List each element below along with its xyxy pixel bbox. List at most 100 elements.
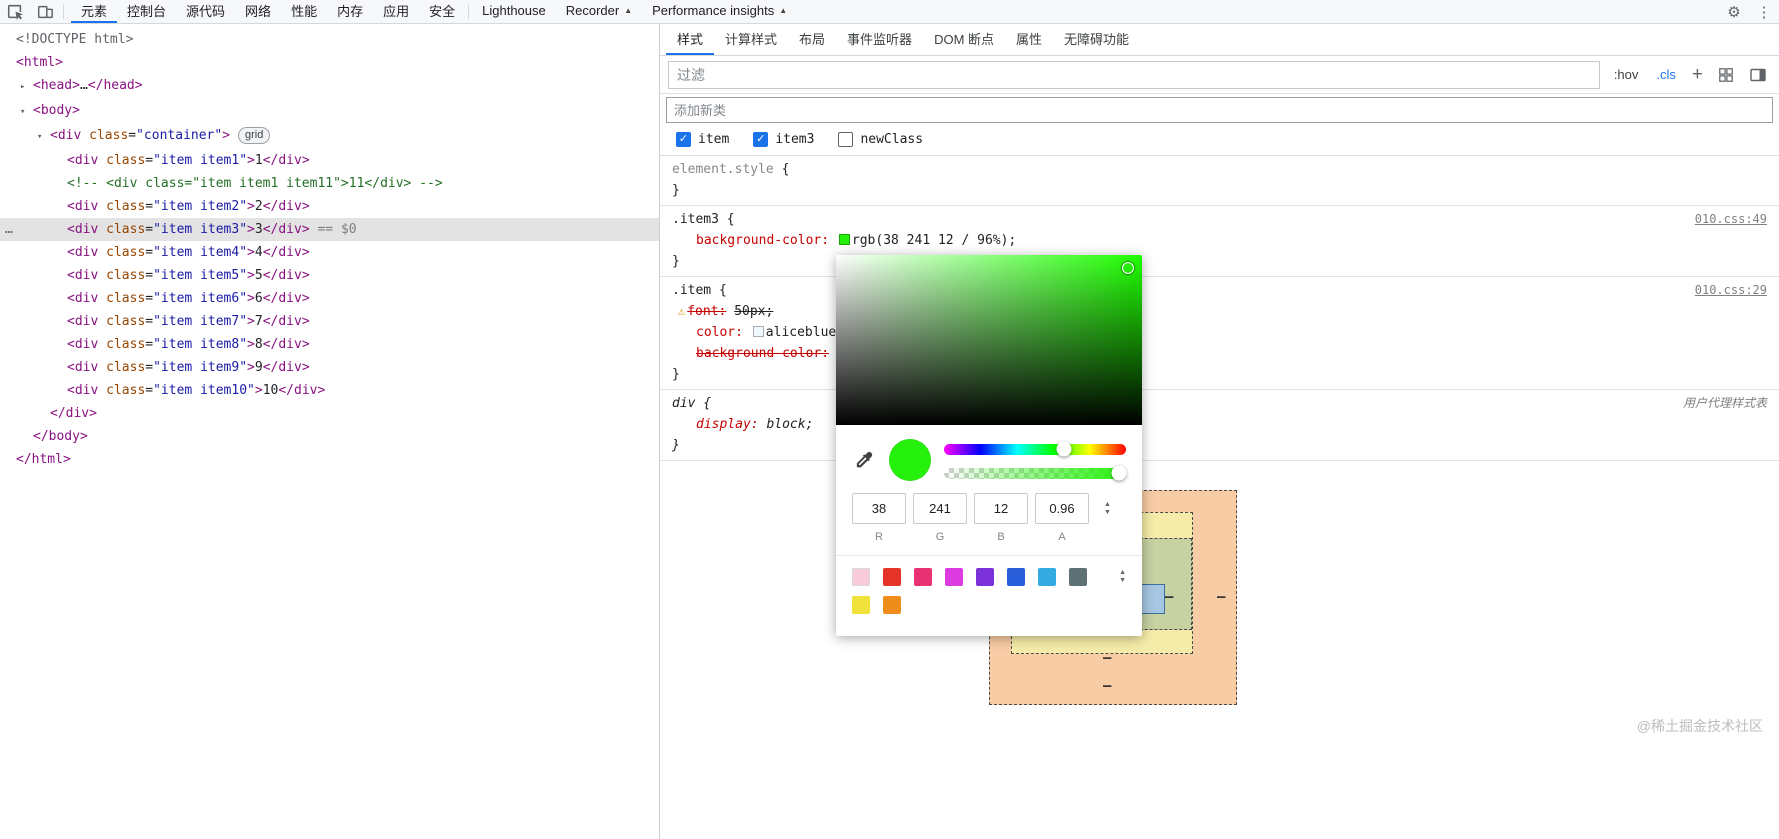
devtools-tab-性能[interactable]: 性能 xyxy=(281,0,327,23)
css-selector[interactable]: div xyxy=(672,396,695,411)
dom-tree-row[interactable]: <!-- <div class="item item1 item11">11</… xyxy=(0,172,659,195)
devtools-tab-Recorder[interactable]: Recorder ▲ xyxy=(556,0,642,23)
hue-slider[interactable] xyxy=(944,441,1126,457)
palette-swatch[interactable] xyxy=(976,568,994,586)
dom-tree-row[interactable]: ▸ <head>…</head> xyxy=(0,74,659,99)
alpha-channel-input[interactable] xyxy=(1035,493,1089,524)
property-name[interactable]: font: xyxy=(687,304,726,319)
palette-stepper[interactable]: ▲ ▼ xyxy=(1119,569,1126,585)
stylesheet-link[interactable]: 010.css:29 xyxy=(1695,280,1767,301)
color-swatch[interactable] xyxy=(752,326,764,337)
green-channel-input[interactable] xyxy=(913,493,967,524)
hue-slider-thumb[interactable] xyxy=(1056,441,1072,457)
palette-swatch[interactable] xyxy=(852,596,870,614)
dom-tree-row[interactable]: <div class="item item4">4</div> xyxy=(0,241,659,264)
palette-swatch[interactable] xyxy=(883,596,901,614)
dom-tree-row[interactable]: <div class="item item8">8</div> xyxy=(0,333,659,356)
property-value[interactable]: block; xyxy=(766,417,813,432)
css-declaration[interactable]: background-color: rgb(38 241 12 / 96%); xyxy=(672,230,1767,251)
devtools-tab-Performance insights[interactable]: Performance insights ▲ xyxy=(642,0,797,23)
new-style-rule-button[interactable]: + xyxy=(1690,65,1705,84)
css-selector[interactable]: .item xyxy=(672,283,711,298)
dom-tree-row[interactable]: </body> xyxy=(0,425,659,448)
toggle-element-state-button[interactable]: :hov xyxy=(1610,65,1643,84)
css-selector[interactable]: element.style xyxy=(672,162,774,177)
palette-swatch[interactable] xyxy=(945,568,963,586)
property-value[interactable]: rgb(38 241 12 / 96%); xyxy=(852,233,1016,248)
collapse-arrow-icon[interactable]: ▾ xyxy=(20,101,33,124)
dom-tree-row[interactable]: <!DOCTYPE html> xyxy=(0,28,659,51)
dom-tree-row[interactable]: … <div class="item item3">3</div> == $0 xyxy=(0,218,659,241)
expand-arrow-icon[interactable]: ▸ xyxy=(20,76,33,99)
rule-header[interactable]: 010.css:49 .item3 { xyxy=(672,209,1767,230)
stepper-up-icon[interactable]: ▲ xyxy=(1104,501,1111,509)
styles-tab-属性[interactable]: 属性 xyxy=(1005,24,1053,55)
palette-swatch[interactable] xyxy=(1069,568,1087,586)
property-value[interactable]: 50px; xyxy=(734,304,773,319)
devtools-tab-网络[interactable]: 网络 xyxy=(235,0,281,23)
palette-swatch[interactable] xyxy=(1038,568,1056,586)
inspect-element-icon[interactable] xyxy=(0,0,30,23)
dom-tree-row[interactable]: <html> xyxy=(0,51,659,74)
device-toolbar-icon[interactable] xyxy=(30,0,60,23)
alpha-slider-thumb[interactable] xyxy=(1111,465,1127,481)
dom-tree-row[interactable]: <div class="item item2">2</div> xyxy=(0,195,659,218)
kebab-menu-icon[interactable]: ⋮ xyxy=(1749,0,1779,23)
dom-tree-row[interactable]: <div class="item item5">5</div> xyxy=(0,264,659,287)
dom-tree-row[interactable]: <div class="item item9">9</div> xyxy=(0,356,659,379)
dom-tree-row[interactable]: <div class="item item7">7</div> xyxy=(0,310,659,333)
class-toggle-item3[interactable]: ✓ item3 xyxy=(753,132,814,147)
palette-swatch[interactable] xyxy=(883,568,901,586)
element-classes-button[interactable]: .cls xyxy=(1652,65,1680,84)
dom-tree-row[interactable]: </div> xyxy=(0,402,659,425)
devtools-tab-Lighthouse[interactable]: Lighthouse xyxy=(472,0,556,23)
saturation-area[interactable] xyxy=(836,255,1142,425)
saturation-thumb[interactable] xyxy=(1122,262,1134,274)
property-name[interactable]: background-color: xyxy=(696,233,829,248)
palette-swatch[interactable] xyxy=(914,568,932,586)
devtools-tab-应用[interactable]: 应用 xyxy=(373,0,419,23)
styles-tab-DOM 断点[interactable]: DOM 断点 xyxy=(923,24,1005,55)
eyedropper-icon[interactable] xyxy=(852,449,876,471)
css-selector[interactable]: .item3 xyxy=(672,212,719,227)
class-toggle-newClass[interactable]: newClass xyxy=(838,132,923,147)
property-value[interactable]: aliceblue; xyxy=(766,325,844,340)
color-format-stepper[interactable]: ▲ ▼ xyxy=(1104,501,1111,517)
dom-tree-row[interactable]: </html> xyxy=(0,448,659,471)
styles-tab-事件监听器[interactable]: 事件监听器 xyxy=(836,24,923,55)
rule-header[interactable]: element.style { xyxy=(672,159,1767,180)
styles-tab-布局[interactable]: 布局 xyxy=(788,24,836,55)
dom-tree-row[interactable]: <div class="item item6">6</div> xyxy=(0,287,659,310)
property-name[interactable]: display: xyxy=(696,417,759,432)
dom-tree-row[interactable]: <div class="item item1">1</div> xyxy=(0,149,659,172)
property-name[interactable]: color: xyxy=(696,325,743,340)
stepper-down-icon[interactable]: ▼ xyxy=(1104,509,1111,517)
property-name[interactable]: background-color: xyxy=(696,346,829,361)
styles-tab-无障碍功能[interactable]: 无障碍功能 xyxy=(1053,24,1140,55)
blue-channel-input[interactable] xyxy=(974,493,1028,524)
palette-swatch[interactable] xyxy=(852,568,870,586)
devtools-tab-安全[interactable]: 安全 xyxy=(419,0,465,23)
stepper-up-icon[interactable]: ▲ xyxy=(1119,569,1126,577)
add-class-input[interactable] xyxy=(666,97,1773,123)
stepper-down-icon[interactable]: ▼ xyxy=(1119,577,1126,585)
rendering-grid-icon[interactable] xyxy=(1715,64,1737,86)
computed-sidebar-toggle-icon[interactable] xyxy=(1747,64,1769,86)
color-swatch[interactable] xyxy=(838,234,850,245)
alpha-slider[interactable] xyxy=(944,465,1127,481)
stylesheet-link[interactable]: 010.css:49 xyxy=(1695,209,1767,230)
dom-tree-row[interactable]: ▾ <body> xyxy=(0,99,659,124)
class-checkbox[interactable]: ✓ xyxy=(753,132,769,147)
devtools-tab-内存[interactable]: 内存 xyxy=(327,0,373,23)
collapse-arrow-icon[interactable]: ▾ xyxy=(37,126,50,149)
devtools-tab-源代码[interactable]: 源代码 xyxy=(176,0,235,23)
styles-tab-样式[interactable]: 样式 xyxy=(666,24,715,55)
class-checkbox[interactable]: ✓ xyxy=(676,132,691,147)
settings-gear-icon[interactable]: ⚙ xyxy=(1719,0,1749,23)
class-checkbox[interactable] xyxy=(838,132,854,147)
red-channel-input[interactable] xyxy=(852,493,906,524)
class-toggle-item[interactable]: ✓ item xyxy=(676,132,729,147)
styles-filter-input[interactable] xyxy=(668,60,1600,89)
devtools-tab-元素[interactable]: 元素 xyxy=(71,0,118,23)
dom-tree-row[interactable]: <div class="item item10">10</div> xyxy=(0,379,659,402)
